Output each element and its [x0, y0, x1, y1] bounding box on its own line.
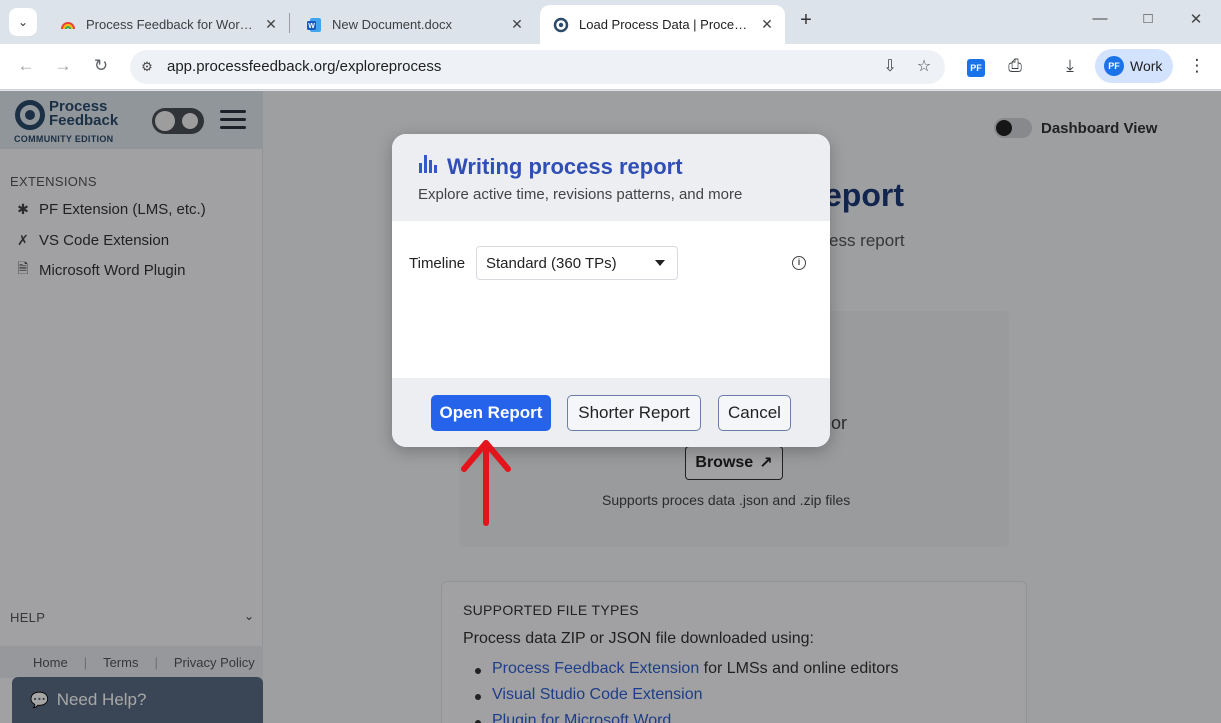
- info-icon[interactable]: i: [792, 256, 806, 270]
- cancel-button[interactable]: Cancel: [718, 395, 791, 431]
- dialog-header: Writing process report Explore active ti…: [392, 134, 830, 221]
- rainbow-icon: [60, 17, 76, 33]
- tab-close-icon[interactable]: ✕: [759, 16, 775, 33]
- timeline-label: Timeline: [409, 255, 466, 272]
- chevron-down-icon: ⌄: [17, 15, 29, 29]
- open-report-button[interactable]: Open Report: [431, 395, 551, 431]
- timeline-select[interactable]: Standard (360 TPs): [476, 246, 678, 280]
- dialog-subtitle: Explore active time, revisions patterns,…: [418, 186, 743, 203]
- bookmark-star-icon[interactable]: ☆: [914, 57, 934, 77]
- dialog-title: Writing process report: [447, 154, 683, 179]
- browser-toolbar: ← → ↻ ⚙ app.processfeedback.org/explorep…: [0, 44, 1221, 90]
- tab-title: Load Process Data | Process Fee: [579, 17, 753, 32]
- maximize-icon[interactable]: □: [1138, 10, 1158, 27]
- pf-extension-icon[interactable]: PF: [965, 55, 987, 77]
- forward-icon[interactable]: →: [52, 55, 74, 77]
- pf-badge: PF: [967, 59, 985, 77]
- install-app-icon[interactable]: ⇩: [880, 57, 900, 77]
- red-arrow-icon: [461, 440, 511, 526]
- browser-tab-bar: ⌄ Process Feedback for Word Onl ✕ W New …: [0, 0, 1221, 44]
- close-window-icon[interactable]: ✕: [1186, 10, 1206, 28]
- page-content: Process Feedback COMMUNITY EDITION EXTEN…: [0, 91, 1221, 723]
- tab-close-icon[interactable]: ✕: [509, 16, 525, 33]
- tab-divider: [289, 13, 290, 33]
- profile-button[interactable]: PF Work: [1095, 49, 1173, 83]
- extensions-puzzle-icon[interactable]: ⎙: [1004, 55, 1026, 77]
- word-icon: W: [306, 17, 322, 33]
- bar-chart-icon: [419, 155, 437, 173]
- site-settings-icon[interactable]: ⚙: [138, 58, 156, 76]
- browser-tab-1[interactable]: Process Feedback for Word Onl ✕: [47, 5, 289, 44]
- tab-title: Process Feedback for Word Onl: [86, 17, 257, 32]
- url-text[interactable]: app.processfeedback.org/exploreprocess: [167, 58, 441, 75]
- browser-tab-2[interactable]: W New Document.docx ✕: [293, 5, 535, 44]
- new-tab-icon[interactable]: +: [795, 9, 817, 32]
- profile-label: Work: [1130, 58, 1163, 74]
- downloads-icon[interactable]: ⤓: [1059, 55, 1081, 77]
- reload-icon[interactable]: ↻: [90, 55, 112, 77]
- tab-search-button[interactable]: ⌄: [9, 8, 37, 36]
- profile-avatar: PF: [1104, 56, 1124, 76]
- dropdown-caret-icon: [655, 260, 665, 266]
- minimize-icon[interactable]: —: [1090, 10, 1110, 27]
- back-icon[interactable]: ←: [15, 55, 37, 77]
- svg-text:W: W: [308, 23, 315, 30]
- timeline-value: Standard (360 TPs): [486, 254, 617, 272]
- tab-title: New Document.docx: [332, 17, 452, 32]
- shorter-report-button[interactable]: Shorter Report: [567, 395, 701, 431]
- tab-close-icon[interactable]: ✕: [263, 16, 279, 33]
- address-bar[interactable]: ⚙ app.processfeedback.org/exploreprocess…: [130, 50, 945, 84]
- report-dialog: Writing process report Explore active ti…: [392, 134, 830, 447]
- browser-tab-3[interactable]: Load Process Data | Process Fee ✕: [540, 5, 785, 44]
- process-feedback-icon: [553, 17, 569, 33]
- browser-menu-icon[interactable]: ⋮: [1186, 55, 1208, 77]
